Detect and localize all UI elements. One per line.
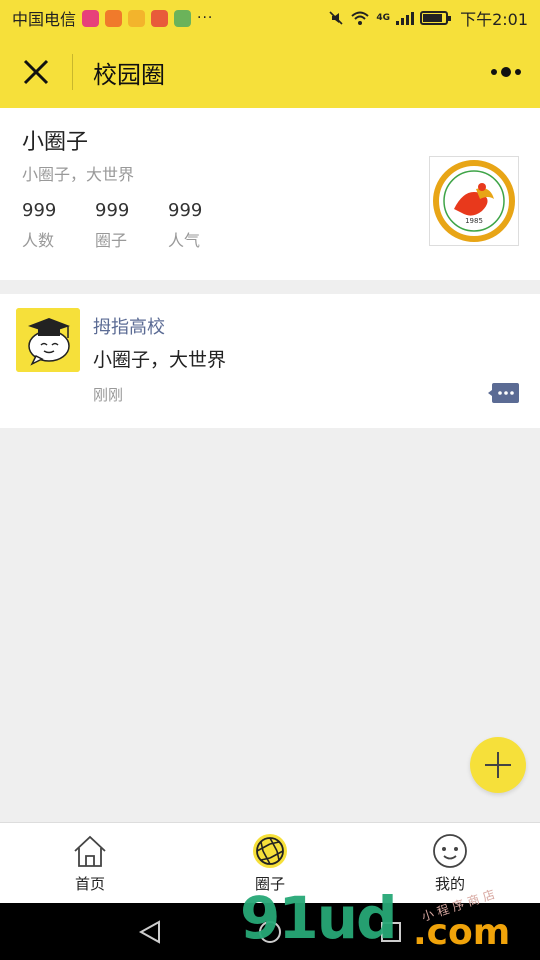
nav-bar: 校园圈	[0, 36, 540, 108]
circle-info-card: 小圈子 小圈子，大世界 999 人数 999 圈子 999 人气 1985	[0, 108, 540, 280]
book-app-icon	[174, 9, 192, 27]
back-icon[interactable]	[137, 919, 163, 945]
stat-value: 999	[95, 200, 130, 221]
face-icon	[432, 833, 468, 869]
more-icon-dot	[515, 69, 521, 75]
circle-stats: 999 人数 999 圈子 999 人气	[22, 200, 203, 251]
stat-popularity: 999 人气	[168, 200, 203, 251]
stat-label: 圈子	[95, 231, 128, 250]
close-icon	[23, 59, 49, 85]
carrier-label: 中国电信	[12, 10, 77, 29]
post-author-avatar[interactable]	[16, 308, 80, 372]
post-card[interactable]: 拇指高校 小圈子，大世界 刚刚	[0, 294, 540, 428]
home-icon	[72, 833, 108, 869]
status-bar-right: 4G 下午2:01	[328, 6, 528, 30]
mute-icon	[329, 11, 343, 25]
status-bar: 中国电信 ··· 4G 下午2:01	[0, 0, 540, 36]
close-button[interactable]	[0, 36, 72, 108]
wifi-icon	[351, 11, 370, 25]
battery-icon	[420, 11, 452, 25]
stat-value: 999	[168, 200, 203, 221]
add-post-button[interactable]	[470, 737, 526, 793]
stat-circles: 999 圈子	[95, 200, 130, 251]
stat-label: 人气	[168, 231, 201, 250]
heart-app-icon	[82, 9, 100, 27]
map-pin-app-icon	[128, 9, 146, 27]
more-notifications-indicator: ···	[197, 10, 214, 26]
signal-icon	[396, 11, 415, 25]
more-icon-dot	[501, 67, 511, 77]
browser-app-icon	[105, 9, 123, 27]
school-logo: 1985	[429, 156, 519, 246]
more-button[interactable]	[486, 58, 526, 86]
comment-icon	[488, 383, 519, 403]
tab-label: 首页	[74, 875, 105, 893]
circle-slogan: 小圈子，大世界	[22, 165, 135, 184]
tab-label: 我的	[434, 875, 465, 893]
circle-name: 小圈子	[22, 130, 89, 155]
school-emblem-icon: 1985	[433, 160, 515, 242]
stat-members: 999 人数	[22, 200, 57, 251]
status-bar-left: 中国电信 ···	[12, 6, 213, 30]
stat-value: 999	[22, 200, 57, 221]
watermark-logo: 91ud	[240, 884, 398, 952]
post-content: 小圈子，大世界	[93, 349, 227, 371]
post-author-name[interactable]: 拇指高校	[93, 313, 165, 339]
graduate-mascot-icon	[16, 308, 80, 372]
home-app-icon	[151, 9, 169, 27]
aperture-icon	[252, 833, 288, 869]
stat-label: 人数	[22, 231, 55, 250]
clock-label: 下午2:01	[460, 10, 528, 29]
page-title: 校园圈	[93, 60, 165, 89]
more-icon-dot	[491, 69, 497, 75]
logo-year: 1985	[465, 217, 483, 225]
comment-button[interactable]	[488, 382, 520, 404]
tab-home[interactable]: 首页	[0, 823, 180, 903]
nav-divider	[72, 54, 73, 90]
post-timestamp: 刚刚	[93, 386, 124, 404]
network-type-label: 4G	[376, 13, 391, 23]
plus-icon	[485, 752, 511, 778]
